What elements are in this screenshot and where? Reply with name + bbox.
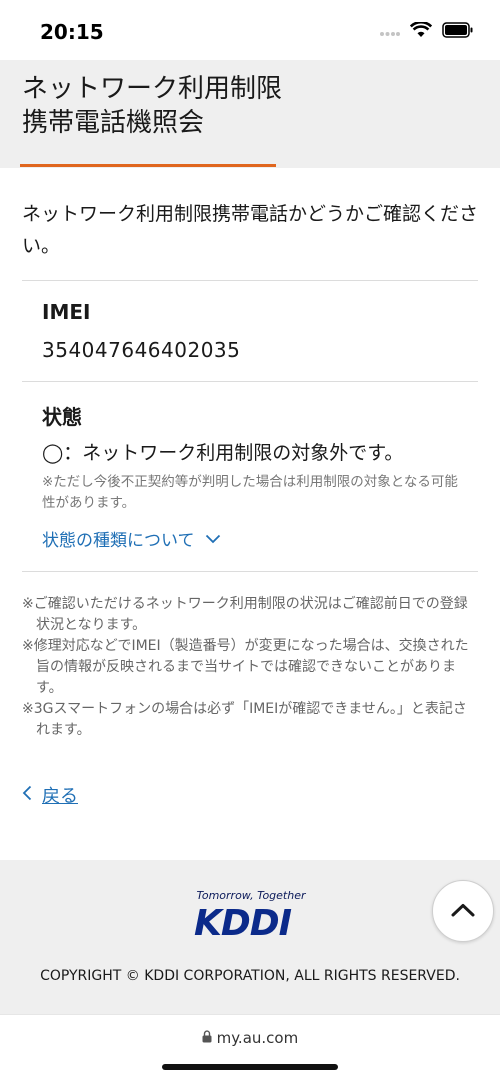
status-time: 20:15 — [40, 20, 104, 44]
home-indicator — [162, 1064, 338, 1070]
divider — [22, 280, 478, 281]
url-text: my.au.com — [216, 1029, 299, 1047]
page-title: ネットワーク利用制限 携帯電話機照会 — [22, 72, 282, 140]
wifi-icon — [409, 20, 433, 42]
note-item: ※修理対応などでIMEI（製造番号）が変更になった場合は、交換された旨の情報が反… — [22, 638, 469, 696]
lock-icon — [202, 1029, 217, 1047]
status-types-link[interactable]: 状態の種類について — [42, 526, 221, 551]
status-label: 状態 — [42, 405, 82, 429]
status-icons — [380, 20, 474, 42]
imei-label: IMEI — [42, 300, 91, 324]
cellular-signal-icon — [380, 23, 400, 42]
chevron-left-icon — [22, 785, 32, 806]
chevron-up-icon — [451, 902, 475, 921]
status-note: ※ただし今後不正契約等が判明した場合は利用制限の対象となる可能性があります。 — [42, 474, 458, 511]
note-item: ※ご確認いただけるネットワーク利用制限の状況はご確認前日での登録状況となります。 — [22, 596, 468, 633]
back-link-label: 戻る — [42, 786, 78, 807]
scroll-to-top-button[interactable] — [432, 880, 494, 942]
browser-address-bar[interactable]: my.au.com — [0, 1014, 500, 1081]
kddi-logo-text: KDDI — [194, 903, 292, 944]
title-accent-underline — [20, 164, 276, 167]
copyright-text: COPYRIGHT © KDDI CORPORATION, ALL RIGHTS… — [40, 968, 460, 984]
url-display[interactable]: my.au.com — [0, 1029, 500, 1047]
kddi-logo: Tomorrow, Together KDDI — [190, 889, 312, 947]
note-item: ※3Gスマートフォンの場合は必ず「IMEIが確認できません。」と表記されます。 — [22, 701, 467, 738]
status-bar: 20:15 — [0, 0, 500, 60]
page-title-line2: 携帯電話機照会 — [22, 108, 205, 138]
intro-text: ネットワーク利用制限携帯電話かどうかご確認ください。 — [22, 203, 479, 257]
chevron-down-icon — [205, 529, 221, 549]
divider — [22, 381, 478, 382]
notes-list: ※ご確認いただけるネットワーク利用制限の状況はご確認前日での登録状況となります。… — [22, 594, 478, 741]
page-title-line1: ネットワーク利用制限 — [22, 74, 283, 104]
status-value: ◯：ネットワーク利用制限の対象外です。 — [42, 442, 404, 464]
kddi-tagline: Tomorrow, Together — [196, 889, 306, 902]
status-types-link-label: 状態の種類について — [42, 531, 195, 551]
battery-icon — [442, 22, 474, 42]
divider — [22, 571, 478, 572]
imei-value: 354047646402035 — [42, 338, 241, 362]
back-link[interactable]: 戻る — [22, 782, 78, 808]
